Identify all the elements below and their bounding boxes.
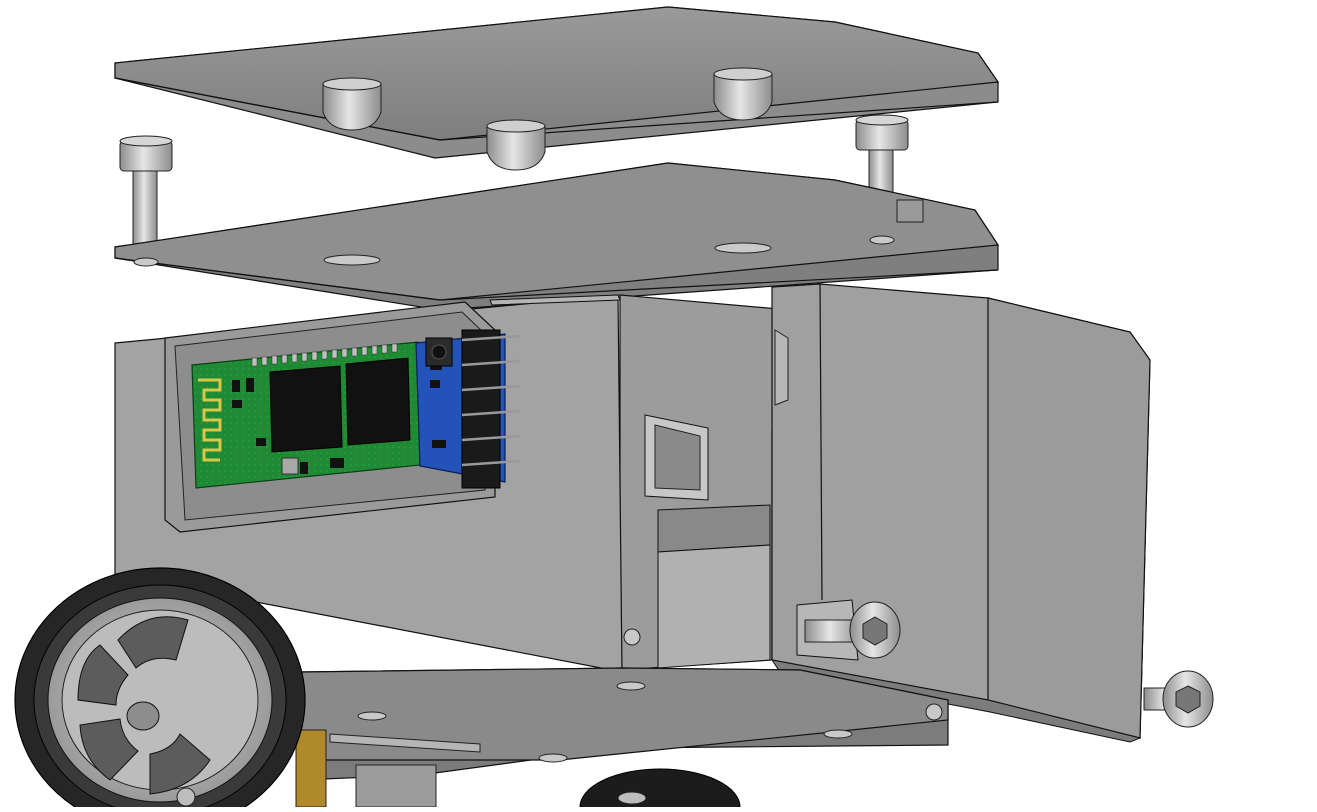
long-screw-left: [119, 135, 173, 247]
standoff-left: [322, 77, 382, 131]
side-door-panel: [770, 283, 1151, 743]
base-plate: [295, 667, 949, 812]
cad-model-render: [14, 6, 1214, 812]
loose-screw-right: [1143, 670, 1214, 728]
standoff-center: [486, 119, 546, 171]
cad-viewport[interactable]: [0, 0, 1317, 812]
left-wheel: [14, 567, 306, 812]
standoff-right: [713, 67, 773, 121]
